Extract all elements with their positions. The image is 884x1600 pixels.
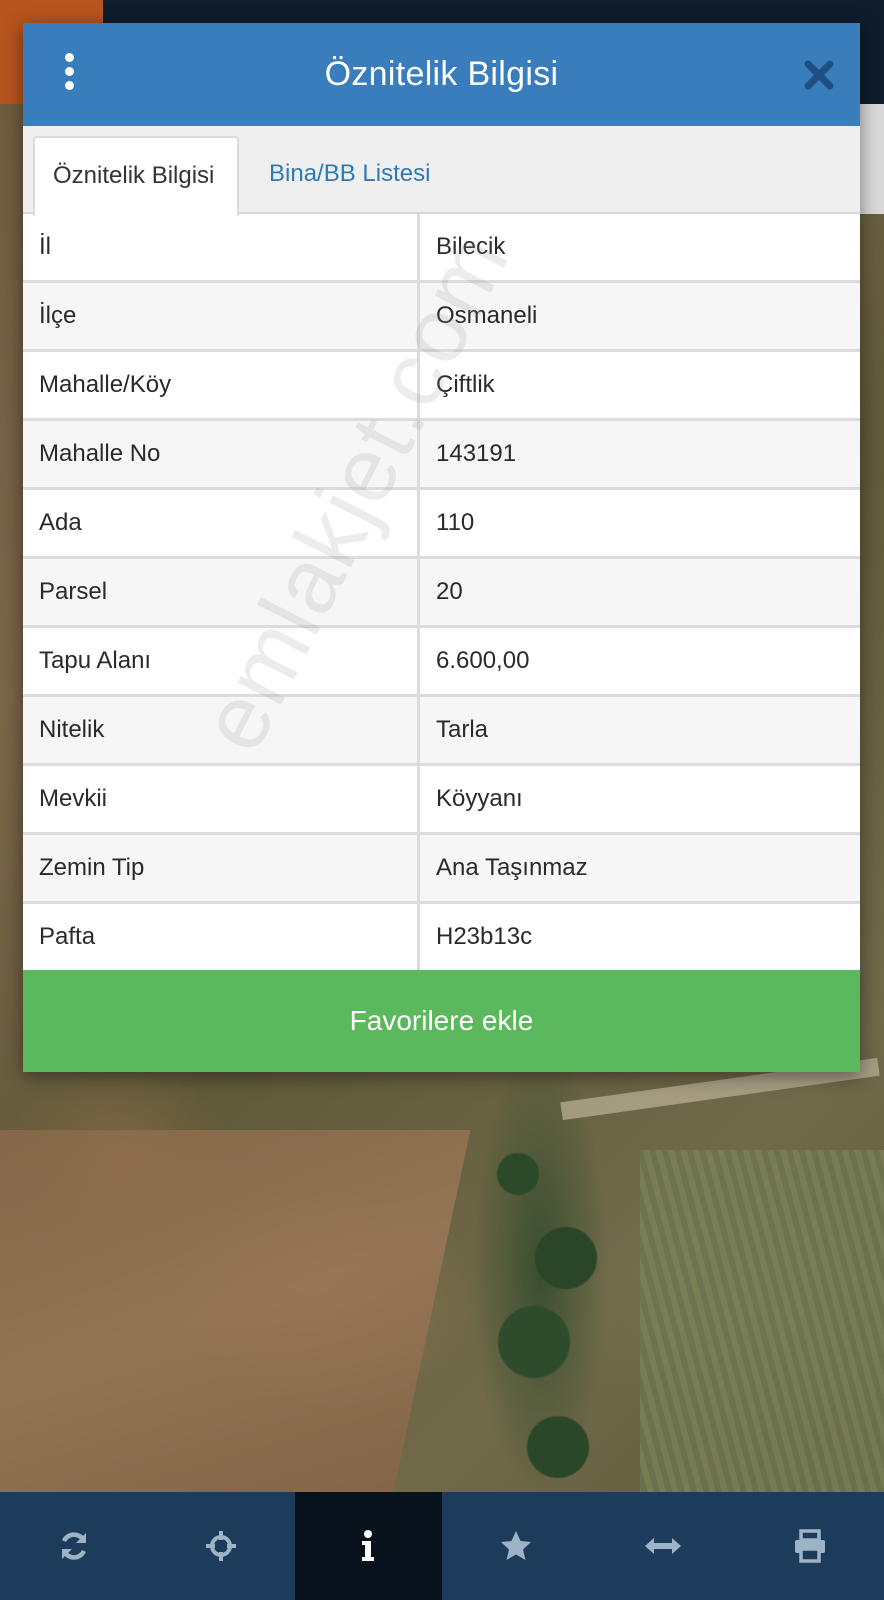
attribute-table: İl Bilecik İlçe Osmaneli Mahalle/Köy Çif… — [23, 214, 860, 970]
table-row: Mahalle/Köy Çiftlik — [23, 350, 860, 421]
map-right-strip — [860, 104, 884, 214]
table-row: Ada 110 — [23, 488, 860, 559]
table-row: Parsel 20 — [23, 557, 860, 628]
row-value: Köyyanı — [418, 764, 860, 835]
map-tree-cluster — [470, 1090, 630, 1492]
row-key: Zemin Tip — [23, 833, 420, 904]
favorites-button[interactable] — [442, 1492, 589, 1600]
row-key: Tapu Alanı — [23, 626, 420, 697]
row-value: 20 — [418, 557, 860, 628]
bottom-toolbar — [0, 1492, 884, 1600]
refresh-icon — [61, 1532, 86, 1560]
row-value: H23b13c — [418, 902, 860, 970]
table-row: Tapu Alanı 6.600,00 — [23, 626, 860, 697]
row-key: Mahalle No — [23, 419, 420, 490]
row-value: 143191 — [418, 419, 860, 490]
info-button[interactable] — [294, 1492, 442, 1600]
dialog-title: Öznitelik Bilgisi — [324, 55, 559, 93]
row-key: Nitelik — [23, 695, 420, 766]
row-key: Mahalle/Köy — [23, 350, 420, 421]
close-icon[interactable] — [802, 58, 836, 92]
row-value: 6.600,00 — [418, 626, 860, 697]
tab-building-list[interactable]: Bina/BB Listesi — [251, 136, 448, 212]
tab-attribute-info[interactable]: Öznitelik Bilgisi — [33, 136, 239, 216]
measure-button[interactable] — [589, 1492, 736, 1600]
print-button[interactable] — [737, 1492, 884, 1600]
refresh-button[interactable] — [0, 1492, 147, 1600]
row-key: Pafta — [23, 902, 420, 970]
star-icon — [500, 1531, 531, 1560]
row-key: İlçe — [23, 281, 420, 352]
row-value: Tarla — [418, 695, 860, 766]
row-value: 110 — [418, 488, 860, 559]
row-value: Ana Taşınmaz — [418, 833, 860, 904]
measure-icon — [644, 1538, 681, 1554]
row-key: İl — [23, 214, 420, 283]
print-icon — [795, 1529, 826, 1563]
table-row: İlçe Osmaneli — [23, 281, 860, 352]
attribute-info-dialog: Öznitelik Bilgisi Öznitelik Bilgisi Bina… — [23, 23, 860, 1072]
row-key: Mevkii — [23, 764, 420, 835]
info-icon — [362, 1530, 375, 1561]
row-value: Çiftlik — [418, 350, 860, 421]
row-key: Ada — [23, 488, 420, 559]
row-key: Parsel — [23, 557, 420, 628]
map-field-area — [0, 1130, 471, 1492]
table-row: Mahalle No 143191 — [23, 419, 860, 490]
table-row: Mevkii Köyyanı — [23, 764, 860, 835]
table-row: Zemin Tip Ana Taşınmaz — [23, 833, 860, 904]
row-value: Osmaneli — [418, 281, 860, 352]
add-to-favorites-button[interactable]: Favorilere ekle — [23, 970, 860, 1072]
dialog-tabs: Öznitelik Bilgisi Bina/BB Listesi — [23, 126, 860, 216]
crosshair-icon — [205, 1531, 236, 1561]
table-row: İl Bilecik — [23, 214, 860, 283]
dialog-header: Öznitelik Bilgisi — [23, 23, 860, 126]
row-value: Bilecik — [418, 214, 860, 283]
map-crop-field — [640, 1150, 884, 1492]
table-row: Nitelik Tarla — [23, 695, 860, 766]
locate-button[interactable] — [147, 1492, 294, 1600]
table-row: Pafta H23b13c — [23, 902, 860, 970]
